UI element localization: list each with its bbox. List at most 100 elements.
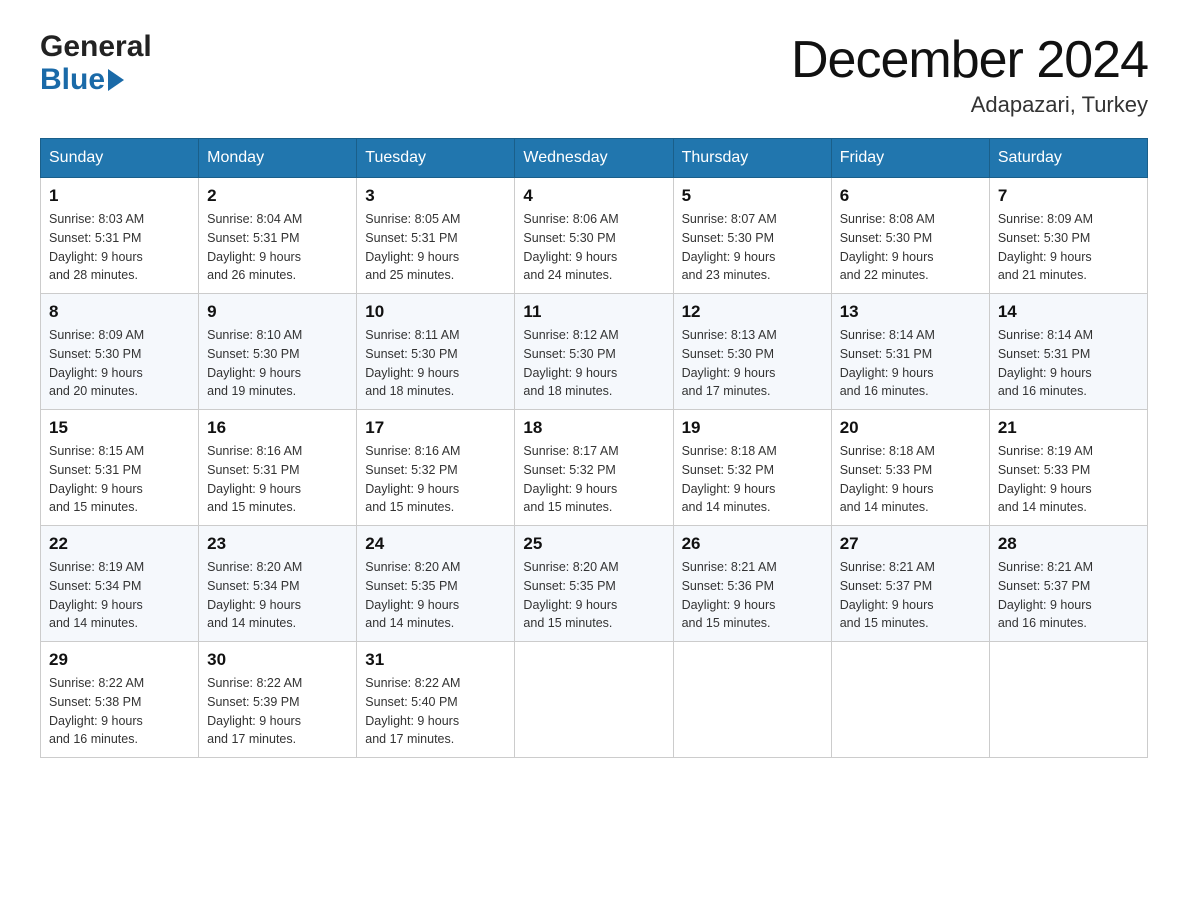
week-row: 22 Sunrise: 8:19 AMSunset: 5:34 PMDayligh… <box>41 526 1148 642</box>
logo: General Blue <box>40 30 152 96</box>
day-cell: 27 Sunrise: 8:21 AMSunset: 5:37 PMDayligh… <box>831 526 989 642</box>
day-info: Sunrise: 8:18 AMSunset: 5:32 PMDaylight:… <box>682 442 823 517</box>
day-number: 22 <box>49 534 190 554</box>
day-info: Sunrise: 8:08 AMSunset: 5:30 PMDaylight:… <box>840 210 981 285</box>
day-cell: 14 Sunrise: 8:14 AMSunset: 5:31 PMDayligh… <box>989 294 1147 410</box>
day-number: 24 <box>365 534 506 554</box>
day-info: Sunrise: 8:12 AMSunset: 5:30 PMDaylight:… <box>523 326 664 401</box>
day-number: 11 <box>523 302 664 322</box>
day-cell: 31Sunrise: 8:22 AMSunset: 5:40 PMDayligh… <box>357 642 515 758</box>
day-info: Sunrise: 8:03 AMSunset: 5:31 PMDaylight:… <box>49 210 190 285</box>
day-number: 30 <box>207 650 348 670</box>
header-cell-wednesday: Wednesday <box>515 139 673 178</box>
day-cell <box>515 642 673 758</box>
header-cell-monday: Monday <box>199 139 357 178</box>
day-cell: 22 Sunrise: 8:19 AMSunset: 5:34 PMDayligh… <box>41 526 199 642</box>
day-number: 23 <box>207 534 348 554</box>
day-number: 18 <box>523 418 664 438</box>
header-cell-thursday: Thursday <box>673 139 831 178</box>
day-info: Sunrise: 8:21 AMSunset: 5:36 PMDaylight:… <box>682 558 823 633</box>
week-row: 1 Sunrise: 8:03 AMSunset: 5:31 PMDaylight… <box>41 178 1148 294</box>
day-info: Sunrise: 8:21 AMSunset: 5:37 PMDaylight:… <box>998 558 1139 633</box>
day-cell: 7 Sunrise: 8:09 AMSunset: 5:30 PMDaylight… <box>989 178 1147 294</box>
day-info: Sunrise: 8:22 AMSunset: 5:38 PMDaylight:… <box>49 674 190 749</box>
day-number: 27 <box>840 534 981 554</box>
day-cell <box>989 642 1147 758</box>
calendar-body: 1 Sunrise: 8:03 AMSunset: 5:31 PMDaylight… <box>41 178 1148 758</box>
day-cell: 20Sunrise: 8:18 AMSunset: 5:33 PMDayligh… <box>831 410 989 526</box>
day-cell <box>673 642 831 758</box>
day-info: Sunrise: 8:20 AMSunset: 5:34 PMDaylight:… <box>207 558 348 633</box>
day-cell: 30 Sunrise: 8:22 AMSunset: 5:39 PMDayligh… <box>199 642 357 758</box>
day-number: 2 <box>207 186 348 206</box>
day-cell: 10Sunrise: 8:11 AMSunset: 5:30 PMDayligh… <box>357 294 515 410</box>
day-info: Sunrise: 8:17 AMSunset: 5:32 PMDaylight:… <box>523 442 664 517</box>
header-cell-sunday: Sunday <box>41 139 199 178</box>
day-info: Sunrise: 8:19 AMSunset: 5:33 PMDaylight:… <box>998 442 1139 517</box>
day-number: 21 <box>998 418 1139 438</box>
day-number: 5 <box>682 186 823 206</box>
day-cell: 24Sunrise: 8:20 AMSunset: 5:35 PMDayligh… <box>357 526 515 642</box>
week-row: 8 Sunrise: 8:09 AMSunset: 5:30 PMDaylight… <box>41 294 1148 410</box>
week-row: 29 Sunrise: 8:22 AMSunset: 5:38 PMDayligh… <box>41 642 1148 758</box>
page-header: General Blue December 2024 Adapazari, Tu… <box>40 30 1148 118</box>
header-cell-friday: Friday <box>831 139 989 178</box>
day-info: Sunrise: 8:09 AMSunset: 5:30 PMDaylight:… <box>49 326 190 401</box>
week-row: 15 Sunrise: 8:15 AMSunset: 5:31 PMDayligh… <box>41 410 1148 526</box>
day-number: 20 <box>840 418 981 438</box>
day-cell: 17 Sunrise: 8:16 AMSunset: 5:32 PMDayligh… <box>357 410 515 526</box>
day-info: Sunrise: 8:22 AMSunset: 5:39 PMDaylight:… <box>207 674 348 749</box>
day-info: Sunrise: 8:14 AMSunset: 5:31 PMDaylight:… <box>840 326 981 401</box>
day-info: Sunrise: 8:20 AMSunset: 5:35 PMDaylight:… <box>523 558 664 633</box>
day-info: Sunrise: 8:14 AMSunset: 5:31 PMDaylight:… <box>998 326 1139 401</box>
day-info: Sunrise: 8:04 AMSunset: 5:31 PMDaylight:… <box>207 210 348 285</box>
day-info: Sunrise: 8:07 AMSunset: 5:30 PMDaylight:… <box>682 210 823 285</box>
day-cell: 15 Sunrise: 8:15 AMSunset: 5:31 PMDayligh… <box>41 410 199 526</box>
day-number: 16 <box>207 418 348 438</box>
location: Adapazari, Turkey <box>791 92 1148 118</box>
day-cell: 1 Sunrise: 8:03 AMSunset: 5:31 PMDaylight… <box>41 178 199 294</box>
title-area: December 2024 Adapazari, Turkey <box>791 30 1148 118</box>
day-cell: 25 Sunrise: 8:20 AMSunset: 5:35 PMDayligh… <box>515 526 673 642</box>
day-info: Sunrise: 8:15 AMSunset: 5:31 PMDaylight:… <box>49 442 190 517</box>
day-number: 7 <box>998 186 1139 206</box>
day-cell: 28 Sunrise: 8:21 AMSunset: 5:37 PMDayligh… <box>989 526 1147 642</box>
day-number: 8 <box>49 302 190 322</box>
month-title: December 2024 <box>791 30 1148 90</box>
day-cell: 23 Sunrise: 8:20 AMSunset: 5:34 PMDayligh… <box>199 526 357 642</box>
day-info: Sunrise: 8:19 AMSunset: 5:34 PMDaylight:… <box>49 558 190 633</box>
calendar-table: SundayMondayTuesdayWednesdayThursdayFrid… <box>40 138 1148 758</box>
day-number: 17 <box>365 418 506 438</box>
day-number: 28 <box>998 534 1139 554</box>
day-cell: 21 Sunrise: 8:19 AMSunset: 5:33 PMDayligh… <box>989 410 1147 526</box>
day-number: 29 <box>49 650 190 670</box>
day-number: 12 <box>682 302 823 322</box>
day-info: Sunrise: 8:16 AMSunset: 5:32 PMDaylight:… <box>365 442 506 517</box>
day-number: 19 <box>682 418 823 438</box>
day-cell: 26 Sunrise: 8:21 AMSunset: 5:36 PMDayligh… <box>673 526 831 642</box>
day-cell: 29 Sunrise: 8:22 AMSunset: 5:38 PMDayligh… <box>41 642 199 758</box>
day-cell: 8 Sunrise: 8:09 AMSunset: 5:30 PMDaylight… <box>41 294 199 410</box>
day-cell: 3Sunrise: 8:05 AMSunset: 5:31 PMDaylight… <box>357 178 515 294</box>
day-number: 25 <box>523 534 664 554</box>
day-cell: 6 Sunrise: 8:08 AMSunset: 5:30 PMDaylight… <box>831 178 989 294</box>
day-number: 9 <box>207 302 348 322</box>
day-number: 26 <box>682 534 823 554</box>
day-number: 15 <box>49 418 190 438</box>
day-number: 6 <box>840 186 981 206</box>
day-number: 14 <box>998 302 1139 322</box>
logo-general-text: General <box>40 30 152 63</box>
day-number: 13 <box>840 302 981 322</box>
header-cell-saturday: Saturday <box>989 139 1147 178</box>
day-info: Sunrise: 8:21 AMSunset: 5:37 PMDaylight:… <box>840 558 981 633</box>
day-info: Sunrise: 8:09 AMSunset: 5:30 PMDaylight:… <box>998 210 1139 285</box>
day-cell: 19 Sunrise: 8:18 AMSunset: 5:32 PMDayligh… <box>673 410 831 526</box>
day-number: 4 <box>523 186 664 206</box>
day-info: Sunrise: 8:16 AMSunset: 5:31 PMDaylight:… <box>207 442 348 517</box>
day-cell: 18 Sunrise: 8:17 AMSunset: 5:32 PMDayligh… <box>515 410 673 526</box>
day-info: Sunrise: 8:13 AMSunset: 5:30 PMDaylight:… <box>682 326 823 401</box>
calendar-header: SundayMondayTuesdayWednesdayThursdayFrid… <box>41 139 1148 178</box>
day-number: 1 <box>49 186 190 206</box>
day-info: Sunrise: 8:06 AMSunset: 5:30 PMDaylight:… <box>523 210 664 285</box>
header-cell-tuesday: Tuesday <box>357 139 515 178</box>
